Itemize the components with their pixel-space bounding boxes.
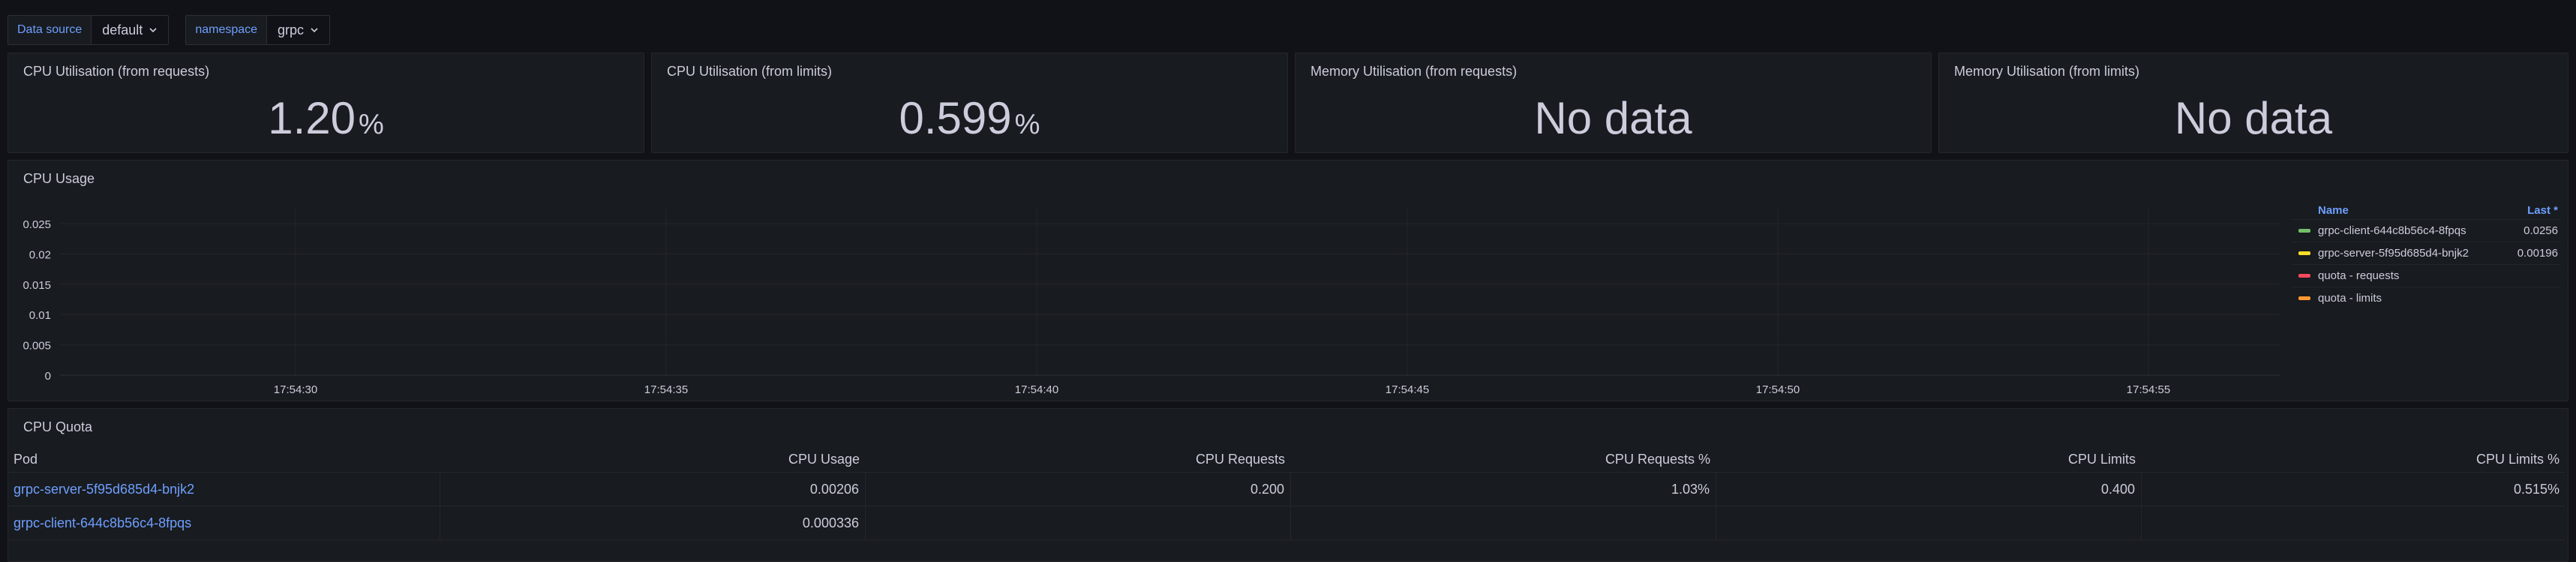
y-tick-label: 0.025 xyxy=(23,218,51,231)
legend-swatch xyxy=(2298,274,2310,278)
legend-item[interactable]: grpc-server-5f95d685d4-bnjk2 0.00196 xyxy=(2291,242,2561,264)
legend-swatch xyxy=(2298,229,2310,233)
legend-item-name: grpc-server-5f95d685d4-bnjk2 xyxy=(2318,247,2469,260)
x-tick-label: 17:54:30 xyxy=(274,383,317,396)
column-header-cpu-limits-pct[interactable]: CPU Limits % xyxy=(2142,447,2565,472)
legend-swatch xyxy=(2298,296,2310,300)
table-cell xyxy=(1716,506,2142,539)
table-cell: 1.03% xyxy=(1291,473,1716,506)
legend-item[interactable]: quota - requests xyxy=(2291,264,2561,287)
x-tick-label: 17:54:40 xyxy=(1015,383,1058,396)
table-row: grpc-server-5f95d685d4-bnjk2 0.00206 0.2… xyxy=(8,473,2565,506)
table-cell xyxy=(1291,506,1716,539)
column-header-cpu-requests-pct[interactable]: CPU Requests % xyxy=(1291,447,1716,472)
x-tick-label: 17:54:55 xyxy=(2127,383,2170,396)
cpu-quota-table: Pod CPU Usage CPU Requests CPU Requests … xyxy=(8,447,2565,540)
pod-link[interactable]: grpc-client-644c8b56c4-8fpqs xyxy=(8,506,440,539)
x-tick-label: 17:54:50 xyxy=(1756,383,1800,396)
column-header-cpu-usage[interactable]: CPU Usage xyxy=(440,447,866,472)
legend-item-last: 0.0256 xyxy=(2523,224,2558,237)
legend-item[interactable]: quota - limits xyxy=(2291,287,2561,309)
legend-item-last: 0.00196 xyxy=(2517,247,2558,260)
legend-last-header[interactable]: Last * xyxy=(2527,204,2558,217)
table-row: grpc-client-644c8b56c4-8fpqs 0.000336 xyxy=(8,506,2565,540)
table-header-row: Pod CPU Usage CPU Requests CPU Requests … xyxy=(8,447,2565,473)
table-cell xyxy=(2142,506,2565,539)
legend-item-name: grpc-client-644c8b56c4-8fpqs xyxy=(2318,224,2466,237)
cpu-usage-legend: Name Last * grpc-client-644c8b56c4-8fpqs… xyxy=(2291,201,2561,309)
legend-swatch xyxy=(2298,251,2310,255)
legend-name-header[interactable]: Name xyxy=(2318,204,2349,217)
y-tick-label: 0.01 xyxy=(29,309,51,322)
y-tick-label: 0.02 xyxy=(29,248,51,261)
table-cell: 0.200 xyxy=(866,473,1291,506)
table-cell: 0.00206 xyxy=(440,473,866,506)
x-tick-label: 17:54:45 xyxy=(1386,383,1429,396)
x-tick-label: 17:54:35 xyxy=(644,383,688,396)
pod-link[interactable]: grpc-server-5f95d685d4-bnjk2 xyxy=(8,473,440,506)
legend-item[interactable]: grpc-client-644c8b56c4-8fpqs 0.0256 xyxy=(2291,219,2561,242)
column-header-cpu-limits[interactable]: CPU Limits xyxy=(1716,447,2142,472)
legend-header: Name Last * xyxy=(2291,201,2561,219)
table-cell: 0.000336 xyxy=(440,506,866,539)
y-tick-label: 0.005 xyxy=(23,340,51,353)
legend-item-name: quota - limits xyxy=(2318,292,2382,305)
table-cell: 0.515% xyxy=(2513,481,2559,497)
panel-title: CPU Quota xyxy=(23,419,93,434)
table-cell xyxy=(866,506,1291,539)
table-cell: 0.400 xyxy=(1716,473,2142,506)
column-header-cpu-requests[interactable]: CPU Requests xyxy=(866,447,1291,472)
legend-item-name: quota - requests xyxy=(2318,269,2400,282)
y-tick-label: 0 xyxy=(45,370,51,383)
y-tick-label: 0.015 xyxy=(23,279,51,292)
column-header-pod[interactable]: Pod xyxy=(8,447,440,472)
